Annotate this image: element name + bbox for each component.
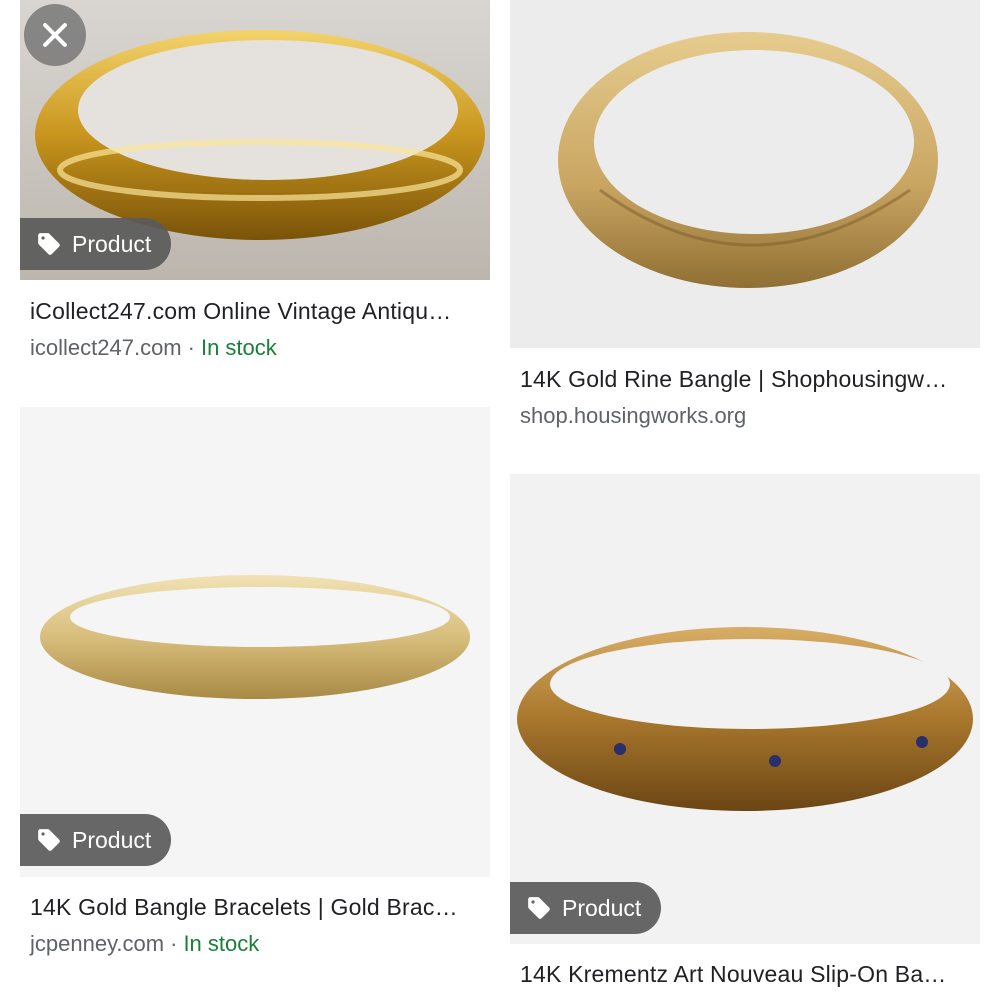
product-badge: Product xyxy=(510,882,662,934)
stock-status: In stock xyxy=(183,931,260,956)
result-image-2[interactable] xyxy=(510,0,980,348)
close-button[interactable] xyxy=(24,4,86,66)
result-image-4[interactable] xyxy=(510,474,980,944)
image-results-grid: Product iCollect247.com Online Vintage A… xyxy=(0,0,1000,1000)
badge-label: Product xyxy=(72,230,152,257)
meta-separator: · xyxy=(170,931,178,956)
result-source-line: jcpenney.com · In stock xyxy=(30,931,259,957)
product-badge: Product xyxy=(20,218,172,270)
tag-icon xyxy=(38,829,60,851)
result-title[interactable]: 14K Gold Bangle Bracelets | Gold Brac… xyxy=(30,894,480,921)
result-title[interactable]: 14K Krementz Art Nouveau Slip-On Ba… xyxy=(520,961,970,988)
badge-label: Product xyxy=(562,894,642,921)
result-card-4[interactable]: Product 14K Krementz Art Nouveau Slip-On… xyxy=(510,474,980,1000)
result-source-line: icollect247.com · In stock xyxy=(30,335,277,361)
result-source[interactable]: shop.housingworks.org xyxy=(520,403,746,428)
tag-icon xyxy=(38,233,60,255)
result-card-1[interactable]: Product iCollect247.com Online Vintage A… xyxy=(20,0,490,400)
result-title[interactable]: 14K Gold Rine Bangle | Shophousingw… xyxy=(520,366,970,393)
product-badge: Product xyxy=(20,814,172,866)
tag-icon xyxy=(528,897,550,919)
stock-status: In stock xyxy=(200,335,277,360)
close-icon xyxy=(43,23,67,47)
result-source-line: shop.housingworks.org xyxy=(520,403,746,429)
result-title[interactable]: iCollect247.com Online Vintage Antiqu… xyxy=(30,298,480,325)
result-card-2[interactable]: 14K Gold Rine Bangle | Shophousingw… sho… xyxy=(510,0,980,460)
badge-label: Product xyxy=(72,826,152,853)
result-image-3[interactable] xyxy=(20,407,490,877)
meta-separator: · xyxy=(187,335,195,360)
result-source[interactable]: icollect247.com xyxy=(30,335,182,360)
result-card-3[interactable]: Product 14K Gold Bangle Bracelets | Gold… xyxy=(20,407,490,1000)
result-source[interactable]: jcpenney.com xyxy=(30,931,164,956)
